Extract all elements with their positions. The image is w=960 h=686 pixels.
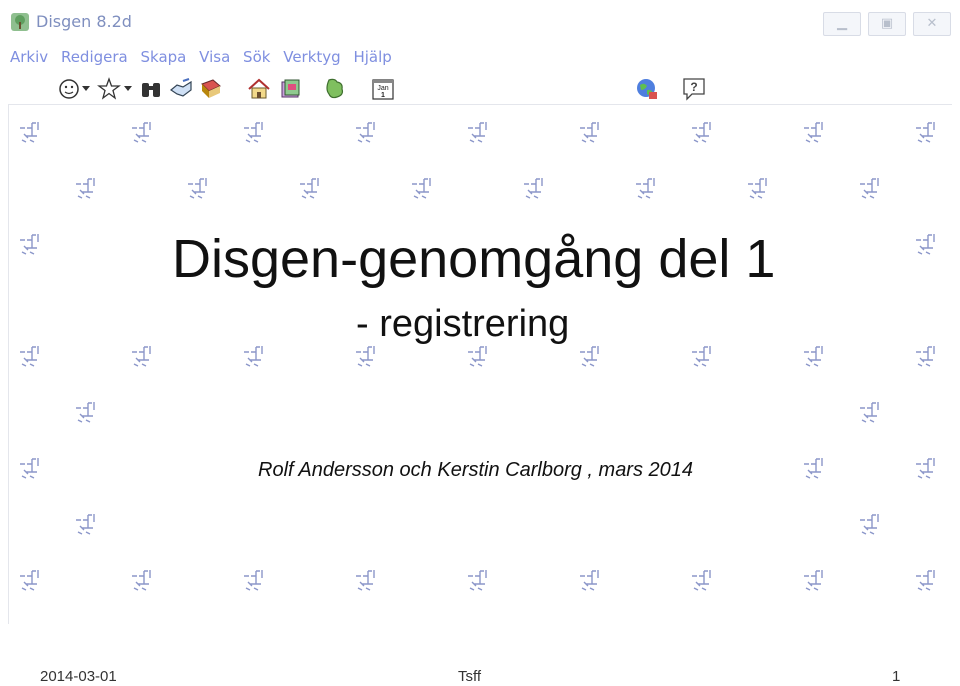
pedigree-pattern-glyph [132, 570, 151, 591]
pedigree-pattern-glyph [524, 178, 543, 199]
pedigree-pattern-glyph [244, 570, 263, 591]
globe-icon[interactable] [634, 76, 660, 102]
pedigree-pattern-glyph [692, 570, 711, 591]
book-icon[interactable] [198, 76, 224, 102]
menu-skapa[interactable]: Skapa [141, 48, 187, 66]
toolbar: Jan 1 ? [0, 72, 960, 106]
pedigree-pattern-glyph [300, 178, 319, 199]
pedigree-pattern-glyph [468, 346, 487, 367]
pedigree-pattern-glyph [804, 122, 823, 143]
minimize-button[interactable]: ▁ [823, 12, 861, 36]
pedigree-pattern-glyph [916, 122, 935, 143]
house-icon[interactable] [246, 76, 272, 102]
pedigree-pattern-glyph [20, 346, 39, 367]
pedigree-pattern-glyph [692, 122, 711, 143]
menu-verktyg[interactable]: Verktyg [283, 48, 340, 66]
help-glyph: ? [690, 80, 697, 94]
pedigree-pattern-glyph [580, 122, 599, 143]
pedigree-pattern-glyph [20, 122, 39, 143]
canvas-border [8, 104, 9, 624]
person-icon[interactable] [56, 76, 82, 102]
pedigree-pattern-glyph [20, 458, 39, 479]
pedigree-pattern-glyph [132, 122, 151, 143]
slide-title: Disgen-genomgång del 1 [172, 229, 776, 289]
pedigree-pattern-glyph [356, 122, 375, 143]
pedigree-pattern-glyph [132, 346, 151, 367]
pedigree-pattern-glyph [356, 346, 375, 367]
pedigree-pattern-glyph [20, 570, 39, 591]
calendar-day-label: 1 [381, 92, 385, 99]
dropdown-icon[interactable] [80, 76, 92, 102]
footer-date: 2014-03-01 [40, 668, 117, 685]
footer-center-text: Tsff [458, 668, 482, 685]
pedigree-pattern-glyph [804, 570, 823, 591]
menu-redigera[interactable]: Redigera [61, 48, 128, 66]
slide-authors: Rolf Andersson och Kerstin Carlborg , ma… [258, 459, 694, 481]
pedigree-pattern-glyph [468, 122, 487, 143]
calendar-icon[interactable]: Jan 1 [370, 76, 396, 102]
pedigree-pattern-glyph [76, 514, 95, 535]
menu-arkiv[interactable]: Arkiv [10, 48, 48, 66]
pedigree-pattern-glyph [412, 178, 431, 199]
menu-hjalp[interactable]: Hjälp [353, 48, 391, 66]
calendar-month-label: Jan [377, 85, 388, 92]
pedigree-pattern-glyph [916, 458, 935, 479]
menu-visa[interactable]: Visa [199, 48, 230, 66]
pedigree-pattern-glyph [692, 346, 711, 367]
maximize-button[interactable]: ▣ [868, 12, 906, 36]
star-person-icon[interactable] [96, 76, 122, 102]
menu-sok[interactable]: Sök [243, 48, 270, 66]
map-icon[interactable] [322, 76, 348, 102]
window-title: Disgen 8.2d [36, 12, 132, 31]
pedigree-pattern-glyph [580, 570, 599, 591]
pedigree-pattern-glyph [860, 178, 879, 199]
pedigree-pattern-glyph [188, 178, 207, 199]
pedigree-pattern-glyph [244, 346, 263, 367]
slide-subtitle: - registrering [356, 303, 570, 345]
pedigree-pattern-glyph [916, 346, 935, 367]
title-bar: Disgen 8.2d ▁ ▣ ✕ [0, 0, 960, 42]
help-icon[interactable]: ? [681, 76, 707, 102]
pedigree-pattern-glyph [860, 402, 879, 423]
pedigree-pattern-glyph [804, 346, 823, 367]
pedigree-pattern-glyph [356, 570, 375, 591]
menu-bar: Arkiv Redigera Skapa Visa Sök Verktyg Hj… [10, 48, 400, 68]
pedigree-pattern-glyph [636, 178, 655, 199]
app-logo-icon [11, 13, 29, 31]
pedigree-pattern-glyph [748, 178, 767, 199]
pedigree-pattern-glyph [860, 514, 879, 535]
pedigree-pattern-glyph [20, 234, 39, 255]
close-button[interactable]: ✕ [913, 12, 951, 36]
binoculars-icon[interactable] [138, 76, 164, 102]
pedigree-pattern-glyph [916, 570, 935, 591]
pedigree-pattern-glyph [76, 178, 95, 199]
toolbar-divider [8, 104, 952, 105]
footer-page-number: 1 [892, 668, 901, 685]
handshake-icon[interactable] [168, 76, 194, 102]
pedigree-pattern-glyph [580, 346, 599, 367]
pedigree-pattern-glyph [468, 570, 487, 591]
dropdown-icon[interactable] [122, 76, 134, 102]
pedigree-pattern-glyph [916, 234, 935, 255]
pedigree-pattern-glyph [76, 402, 95, 423]
pedigree-pattern-glyph [804, 458, 823, 479]
pedigree-pattern-glyph [244, 122, 263, 143]
family-book-icon[interactable] [278, 76, 304, 102]
